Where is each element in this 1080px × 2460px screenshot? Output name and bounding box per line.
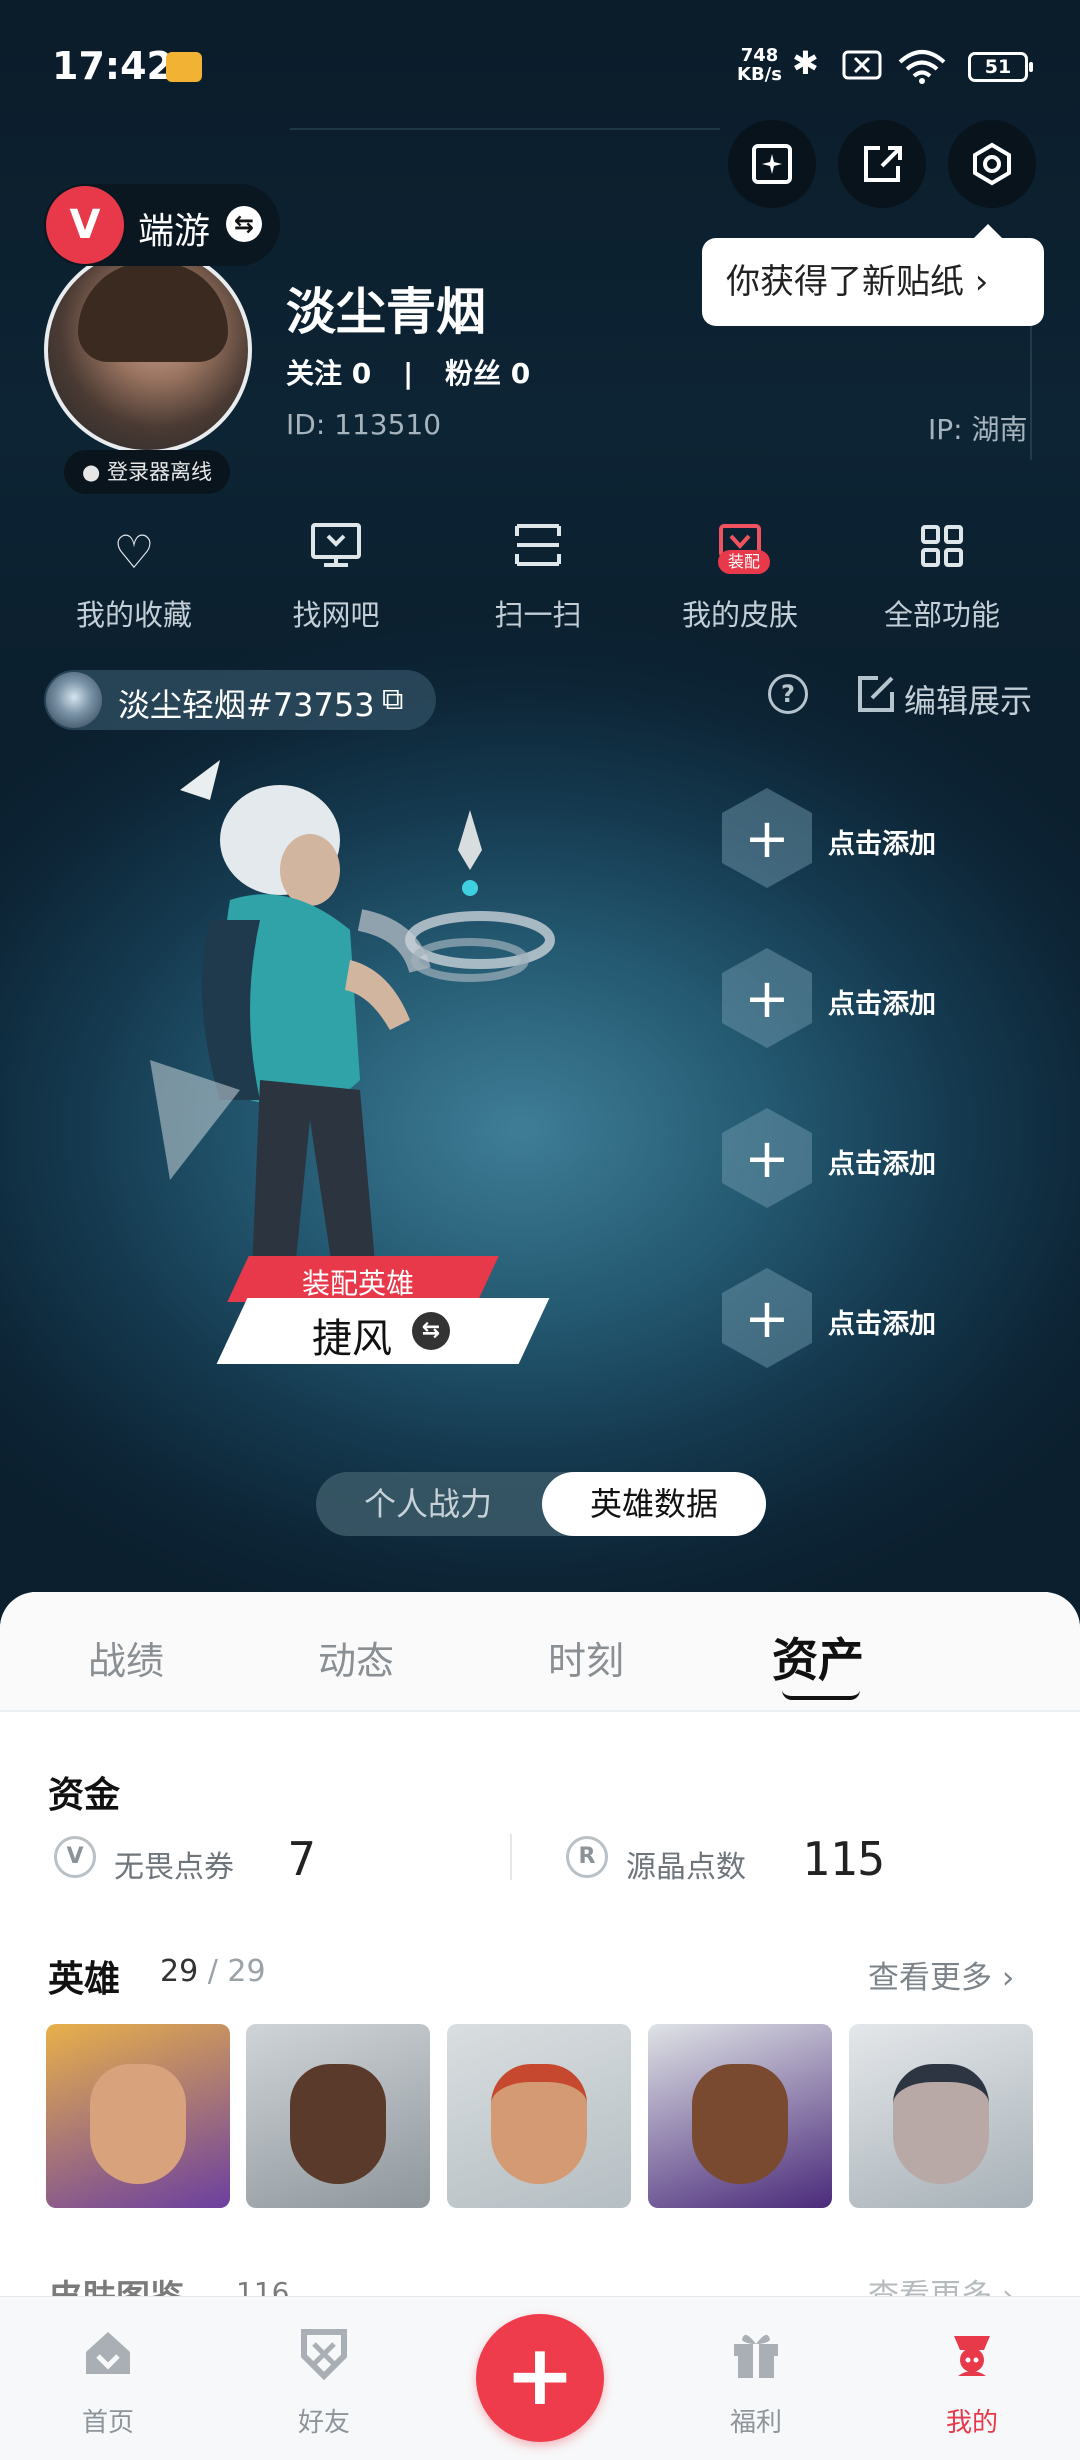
settings-button[interactable] — [948, 120, 1036, 208]
login-status-badge: ● 登录器离线 — [64, 450, 230, 494]
riot-avatar — [46, 672, 102, 728]
menu-my-skins[interactable]: 我的皮肤 — [640, 522, 840, 634]
tab-record[interactable]: 战绩 — [88, 1630, 164, 1685]
battery-indicator: 51 — [968, 52, 1033, 82]
edit-showcase-button[interactable]: 编辑展示 — [904, 676, 1032, 722]
home-icon — [38, 2326, 178, 2396]
monitor-icon — [236, 522, 436, 582]
sim-off-icon — [842, 50, 882, 88]
hero-card[interactable] — [849, 2024, 1033, 2208]
riot-id: 淡尘轻烟#73753 — [118, 686, 375, 724]
hero-card[interactable] — [648, 2024, 832, 2208]
funds-title: 资金 — [48, 1775, 121, 1816]
heroes-more-link[interactable]: 查看更多 › — [868, 1952, 1014, 1997]
sticker-icon — [752, 144, 792, 184]
hero-card[interactable] — [246, 2024, 430, 2208]
profile-icon — [902, 2326, 1042, 2396]
network-speed: 748 KB/s — [737, 45, 782, 85]
menu-scan[interactable]: 扫一扫 — [438, 522, 638, 634]
create-post-button[interactable]: + — [476, 2314, 604, 2442]
ip-location: IP: 湖南 — [928, 413, 1028, 446]
equip-hero-label: 装配英雄 — [302, 1267, 415, 1300]
scan-icon — [438, 522, 638, 582]
menu-internet-cafe[interactable]: 找网吧 — [236, 522, 436, 634]
share-button[interactable] — [838, 120, 926, 208]
friends-icon — [254, 2326, 394, 2396]
follow-stats: 关注 0 | 粉丝 0 — [286, 357, 531, 390]
valorant-logo-icon: V — [46, 186, 124, 264]
radianite-points-label: 源晶点数 — [626, 1850, 746, 1885]
add-slot-label[interactable]: 点击添加 — [828, 822, 936, 861]
tab-moments[interactable]: 时刻 — [548, 1630, 624, 1685]
radianite-points-value: 115 — [802, 1832, 886, 1886]
add-slot-label[interactable]: 点击添加 — [828, 982, 936, 1021]
sticker-button[interactable] — [728, 120, 816, 208]
add-slot-label[interactable]: 点击添加 — [828, 1142, 936, 1181]
valorant-points-icon: V — [54, 1836, 96, 1878]
valorant-points-value: 7 — [288, 1832, 316, 1886]
hero-card[interactable] — [447, 2024, 631, 2208]
username: 淡尘青烟 — [286, 283, 486, 341]
equip-badge: 装配 — [718, 550, 770, 574]
radianite-points-icon: R — [566, 1836, 608, 1878]
segment-hero-data[interactable]: 英雄数据 — [542, 1472, 766, 1536]
share-icon — [864, 146, 902, 182]
wifi-icon — [896, 48, 948, 92]
nav-profile[interactable]: 我的 — [902, 2326, 1042, 2439]
status-time: 17:42 — [52, 44, 173, 88]
heart-icon: ♡ — [113, 525, 155, 579]
valorant-points-label: 无畏点券 — [114, 1850, 234, 1885]
follow-count[interactable]: 关注 0 — [286, 357, 371, 390]
help-icon[interactable]: ? — [768, 674, 808, 714]
hero-swap-icon[interactable]: ⇆ — [412, 1312, 450, 1350]
bluetooth-icon: ✱ — [792, 44, 819, 82]
notification-icon — [166, 52, 202, 82]
nav-home[interactable]: 首页 — [38, 2326, 178, 2439]
tab-assets[interactable]: 资产 — [772, 1624, 864, 1690]
fans-count[interactable]: 粉丝 0 — [445, 357, 530, 390]
gift-icon — [686, 2326, 826, 2396]
menu-all-functions[interactable]: 全部功能 — [842, 522, 1042, 634]
new-sticker-tooltip[interactable]: 你获得了新贴纸 › — [702, 224, 1044, 326]
heroes-count: 29 / 29 — [160, 1954, 266, 1989]
tab-activity[interactable]: 动态 — [318, 1630, 394, 1685]
swap-icon: ⇆ — [226, 206, 262, 242]
settings-hex-icon — [973, 142, 1011, 186]
heroes-title: 英雄 — [48, 1959, 121, 2000]
add-slot-label[interactable]: 点击添加 — [828, 1302, 936, 1341]
active-tab-indicator — [782, 1690, 860, 1700]
menu-favorites[interactable]: ♡ 我的收藏 — [34, 522, 234, 634]
decor-line — [290, 128, 720, 130]
hero-name: 捷风 — [312, 1316, 392, 1362]
grid-icon — [842, 522, 1042, 582]
hero-card[interactable] — [46, 2024, 230, 2208]
divider — [510, 1834, 512, 1880]
copy-icon[interactable]: ⧉ — [382, 682, 403, 717]
user-id: ID: 113510 — [286, 408, 442, 441]
nav-benefits[interactable]: 福利 — [686, 2326, 826, 2439]
nav-friends[interactable]: 好友 — [254, 2326, 394, 2439]
segment-personal-power[interactable]: 个人战力 — [316, 1472, 540, 1536]
avatar[interactable] — [44, 246, 252, 454]
avatar-hair — [78, 262, 228, 362]
game-name: 端游 — [138, 211, 211, 252]
edit-icon[interactable] — [856, 674, 896, 723]
